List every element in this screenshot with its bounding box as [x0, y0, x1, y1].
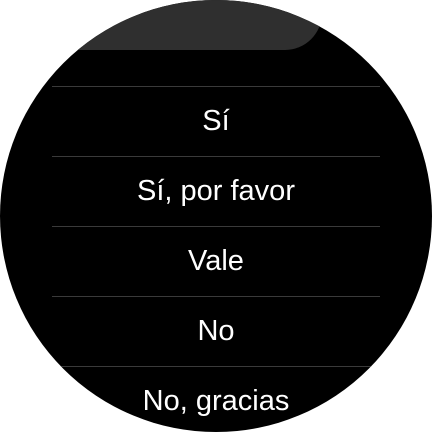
compose-hint-text: aje — [96, 0, 129, 11]
message-compose-bar[interactable]: aje — [10, 0, 322, 50]
quick-reply-label: Vale — [188, 245, 244, 277]
quick-reply-item[interactable]: No, gracias — [52, 366, 380, 432]
quick-reply-item[interactable]: Sí, por favor — [52, 156, 380, 226]
quick-reply-item[interactable]: Sí — [52, 86, 380, 156]
quick-reply-list: Sí Sí, por favor Vale No No, gracias — [52, 86, 380, 432]
watch-screen: aje Sí Sí, por favor Vale No No, gracias — [0, 0, 432, 432]
quick-reply-label: Sí — [202, 105, 230, 137]
quick-reply-label: No, gracias — [142, 385, 290, 417]
quick-reply-label: No — [197, 315, 235, 347]
quick-reply-item[interactable]: Vale — [52, 226, 380, 296]
quick-reply-label: Sí, por favor — [137, 175, 295, 207]
quick-reply-item[interactable]: No — [52, 296, 380, 366]
smiley-face-icon[interactable] — [284, 0, 312, 9]
